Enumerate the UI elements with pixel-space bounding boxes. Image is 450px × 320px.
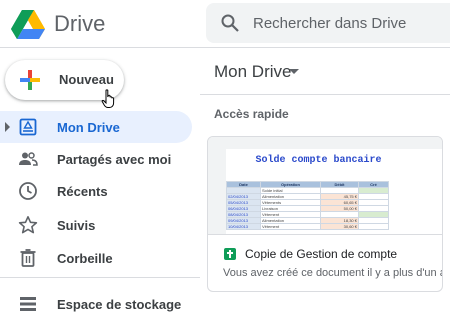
sidebar-item-label: Corbeille xyxy=(57,251,113,266)
preview-cell: Vêtement xyxy=(260,223,321,230)
sidebar-item-recent[interactable]: Récents xyxy=(0,175,192,207)
google-sheets-icon xyxy=(224,248,236,260)
quick-access-card[interactable]: Solde compte bancaire Date Opération Déb… xyxy=(207,136,443,292)
spreadsheet-preview: Solde compte bancaire Date Opération Déb… xyxy=(226,149,442,234)
new-button-label: Nouveau xyxy=(59,72,114,87)
drive-logo-icon[interactable] xyxy=(10,8,46,40)
file-thumbnail[interactable]: Solde compte bancaire Date Opération Déb… xyxy=(208,137,442,235)
search-icon[interactable] xyxy=(220,13,240,33)
people-icon xyxy=(19,152,38,166)
trash-icon xyxy=(20,249,36,267)
top-bar: Drive Rechercher dans Drive xyxy=(0,0,450,48)
expand-arrow-icon[interactable] xyxy=(5,122,10,132)
storage-icon xyxy=(20,297,36,311)
page-title[interactable]: Mon Drive xyxy=(214,62,291,82)
sidebar-item-label: Partagés avec moi xyxy=(57,152,172,167)
file-activity-text: Vous avez créé ce document il y a plus d… xyxy=(223,267,443,279)
drive-icon xyxy=(19,118,37,136)
plus-icon xyxy=(20,70,40,90)
hand-cursor-icon xyxy=(101,89,115,108)
sidebar-item-label: Récents xyxy=(57,184,108,199)
preview-cell xyxy=(358,223,389,230)
title-divider xyxy=(200,94,450,95)
search-bar[interactable]: Rechercher dans Drive xyxy=(206,3,450,43)
search-input[interactable]: Rechercher dans Drive xyxy=(253,15,406,32)
preview-title: Solde compte bancaire xyxy=(255,155,382,166)
sidebar-item-starred[interactable]: Suivis xyxy=(0,209,192,241)
sidebar-item-label: Espace de stockage xyxy=(57,297,182,312)
file-name: Copie de Gestion de compte xyxy=(245,247,398,261)
preview-cell: 30,60 € xyxy=(320,223,359,230)
preview-table: Date Opération Débit Cré Solde initial 0… xyxy=(226,181,389,230)
sidebar-item-storage[interactable]: Espace de stockage xyxy=(0,288,192,320)
sidebar-item-my-drive[interactable]: Mon Drive xyxy=(0,111,192,143)
app-title[interactable]: Drive xyxy=(54,11,105,37)
sidebar-item-label: Suivis xyxy=(57,218,96,233)
clock-icon xyxy=(19,182,37,200)
quick-access-heading: Accès rapide xyxy=(214,107,289,121)
chevron-down-icon[interactable] xyxy=(289,69,299,74)
star-icon xyxy=(18,215,38,234)
sidebar-item-trash[interactable]: Corbeille xyxy=(0,242,192,274)
preview-cell: 10/04/2013 xyxy=(226,223,261,230)
table-row: 10/04/2013 Vêtement 30,60 € xyxy=(226,223,389,230)
sidebar-divider xyxy=(0,277,200,278)
sidebar-item-label: Mon Drive xyxy=(57,120,120,135)
sidebar-item-shared[interactable]: Partagés avec moi xyxy=(0,143,192,175)
